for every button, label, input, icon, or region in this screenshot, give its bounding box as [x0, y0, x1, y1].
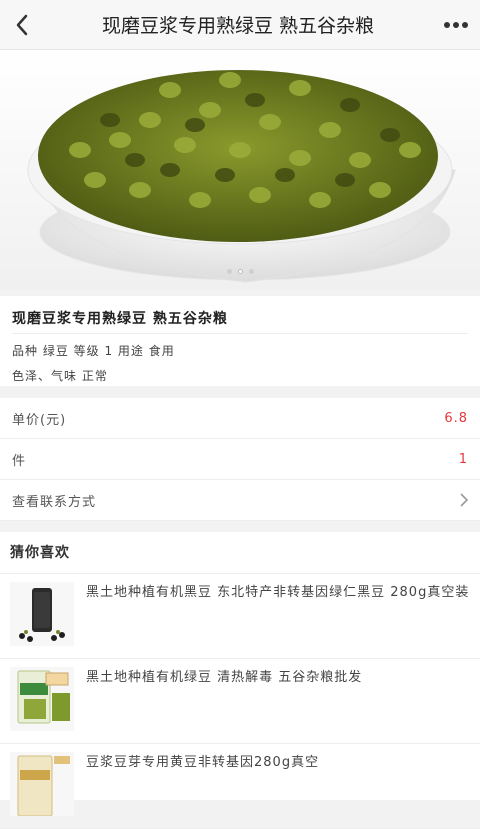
product-info: 现磨豆浆专用熟绿豆 熟五谷杂粮 品种 绿豆 等级 1 用途 食用 色泽、气味 正…: [0, 296, 480, 386]
more-dots-icon: [444, 21, 468, 28]
recommendation-item[interactable]: 豆浆豆芽专用黄豆非转基因280g真空: [0, 744, 480, 829]
carousel-indicator: [0, 269, 480, 274]
soybean-package-thumbnail: [10, 752, 74, 816]
chevron-right-icon: [460, 493, 468, 507]
black-bean-package-thumbnail: [10, 582, 74, 646]
product-spec-line: 品种 绿豆 等级 1 用途 食用: [12, 344, 175, 358]
recommendation-title: 豆浆豆芽专用黄豆非转基因280g真空: [86, 755, 320, 770]
back-button[interactable]: [0, 0, 44, 50]
unit-price-value: 6.8: [444, 410, 468, 426]
mung-bean-package-thumbnail: [10, 667, 74, 731]
recommendations-section: 猜你喜欢 黑土地种植有机黑豆 东北特产非转基因绿仁黑豆 280g真空装 黑土地种…: [0, 532, 480, 829]
product-name: 现磨豆浆专用熟绿豆 熟五谷杂粮: [12, 308, 468, 334]
chevron-left-icon: [16, 14, 28, 35]
view-contact-row[interactable]: 查看联系方式: [0, 480, 480, 521]
page-title: 现磨豆浆专用熟绿豆 熟五谷杂粮: [101, 15, 375, 37]
top-bar: 现磨豆浆专用熟绿豆 熟五谷杂粮: [0, 0, 480, 50]
recommendation-item[interactable]: 黑土地种植有机绿豆 清热解毒 五谷杂粮批发: [0, 659, 480, 744]
unit-row: 件 1: [0, 439, 480, 480]
unit-price-label: 单价(元): [12, 412, 67, 428]
product-detail-rows: 单价(元) 6.8 件 1 查看联系方式: [0, 398, 480, 521]
carousel-dot[interactable]: [248, 269, 254, 274]
product-image: [27, 70, 456, 283]
recommendation-title: 黑土地种植有机绿豆 清热解毒 五谷杂粮批发: [86, 670, 363, 685]
carousel-dot[interactable]: [237, 269, 243, 274]
unit-price-row: 单价(元) 6.8: [0, 398, 480, 439]
carousel-dot[interactable]: [226, 269, 232, 274]
product-spec-line: 色泽、气味 正常: [12, 369, 108, 383]
unit-label: 件: [12, 453, 27, 469]
unit-value: 1: [458, 451, 468, 467]
recommendation-title: 黑土地种植有机黑豆 东北特产非转基因绿仁黑豆 280g真空装: [86, 585, 470, 600]
recommendation-item[interactable]: 黑土地种植有机黑豆 东北特产非转基因绿仁黑豆 280g真空装: [0, 574, 480, 659]
view-contact-label: 查看联系方式: [12, 494, 97, 510]
more-menu-button[interactable]: [432, 0, 480, 50]
product-image-carousel[interactable]: [0, 50, 480, 290]
recommendations-title: 猜你喜欢: [0, 532, 480, 574]
